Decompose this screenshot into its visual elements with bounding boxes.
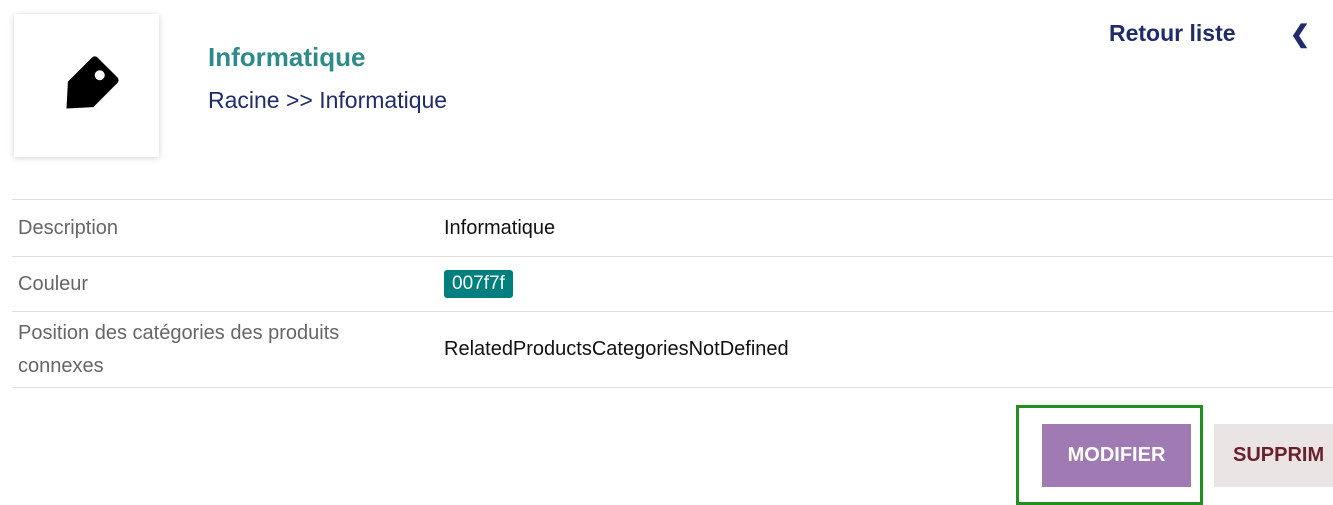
modify-button[interactable]: MODIFIER [1042,424,1191,487]
chevron-left-icon[interactable]: ❮ [1290,20,1310,49]
related-position-value: RelatedProductsCategoriesNotDefined [432,311,1333,388]
description-label: Description [12,199,432,257]
properties-table: Description Informatique Couleur 007f7f … [12,199,1333,388]
category-logo [14,14,159,157]
related-position-label: Position des catégories des produits con… [12,311,432,388]
tag-icon [66,56,119,109]
color-badge: 007f7f [444,270,513,298]
delete-button[interactable]: SUPPRIM [1214,424,1333,487]
back-to-list-link[interactable]: Retour liste [1109,20,1236,47]
property-row-description: Description Informatique [12,199,1333,257]
property-row-related-position: Position des catégories des produits con… [12,311,1333,388]
category-title: Informatique [208,42,366,72]
property-row-color: Couleur 007f7f [12,256,1333,312]
color-label: Couleur [12,256,432,312]
description-value: Informatique [432,199,1333,257]
breadcrumb: Racine >> Informatique [208,87,448,113]
